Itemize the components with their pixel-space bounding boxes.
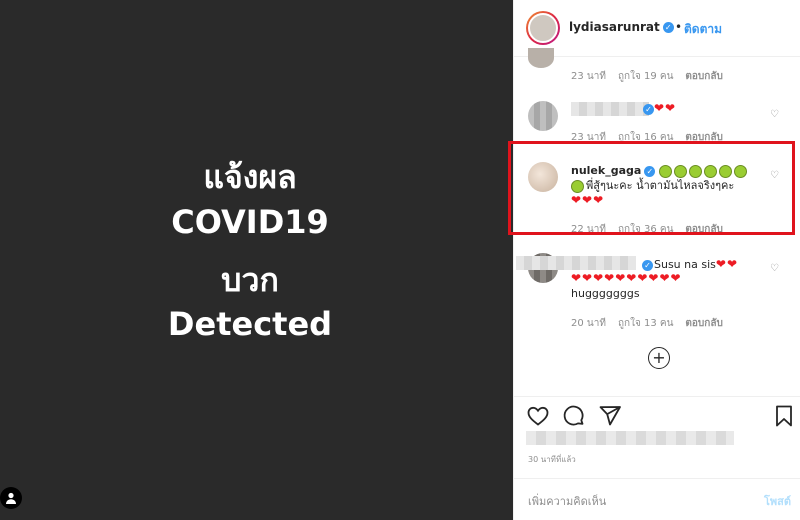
post-line-4: Detected [167,305,333,343]
header-username[interactable]: lydiasarunrat ✓ [569,20,674,34]
like-comment-icon[interactable]: ♡ [770,109,779,120]
comment-meta: 23 นาที ถูกใจ 19 คน ตอบกลับ [571,71,723,82]
add-comment-bar: เพิ่มความคิดเห็น โพสต์ [514,478,800,520]
header-separator: • [675,20,683,34]
comment-input[interactable]: เพิ่มความคิดเห็น [528,492,606,510]
blurred-username [516,256,636,270]
plus-icon: + [652,348,666,367]
bookmark-icon[interactable] [772,404,796,428]
comment-icon[interactable] [562,404,586,428]
verified-icon: ✓ [662,22,674,33]
comment-meta: 20 นาที ถูกใจ 13 คน ตอบกลับ [571,318,723,329]
comment-avatar[interactable] [528,101,558,131]
post-image: แจ้งผล COVID19 บวก Detected [0,0,513,520]
post-comment-button[interactable]: โพสต์ [764,492,791,510]
verified-icon: ✓ [643,104,654,115]
comment-text: ❤❤❤❤❤❤❤❤❤❤ hugggggggs [571,271,682,300]
avatar[interactable] [526,11,560,45]
comment-text: Susu na sis❤❤ [654,257,738,271]
verified-icon: ✓ [642,260,653,271]
blurred-likes [526,431,734,445]
like-comment-icon[interactable]: ♡ [770,263,779,274]
share-icon[interactable] [598,404,622,428]
post-line-3: บวก [221,261,279,299]
post-actions: 30 นาทีที่แล้ว [514,396,800,466]
post-line-2: COVID19 [171,203,329,241]
tagged-user-icon[interactable] [0,487,22,509]
post-timestamp: 30 นาทีที่แล้ว [528,455,576,464]
comment-likes[interactable]: ถูกใจ 13 คน [618,318,673,329]
comment-likes[interactable]: ถูกใจ 19 คน [618,71,673,82]
highlight-box [508,141,795,235]
heart-icon[interactable] [526,404,550,428]
follow-button[interactable]: ติดตาม [684,20,722,39]
post-line-1: แจ้งผล [203,158,297,196]
comment-avatar[interactable] [528,48,554,68]
comment-text: ❤❤ [654,101,677,115]
blurred-username [571,102,649,116]
post-header: lydiasarunrat ✓ • ติดตาม [514,0,800,57]
reply-button[interactable]: ตอบกลับ [685,318,722,329]
load-more-comments-button[interactable]: + [648,347,670,369]
side-panel: lydiasarunrat ✓ • ติดตาม 23 นาที ถูกใจ 19 … [513,0,800,520]
reply-button[interactable]: ตอบกลับ [685,71,722,82]
